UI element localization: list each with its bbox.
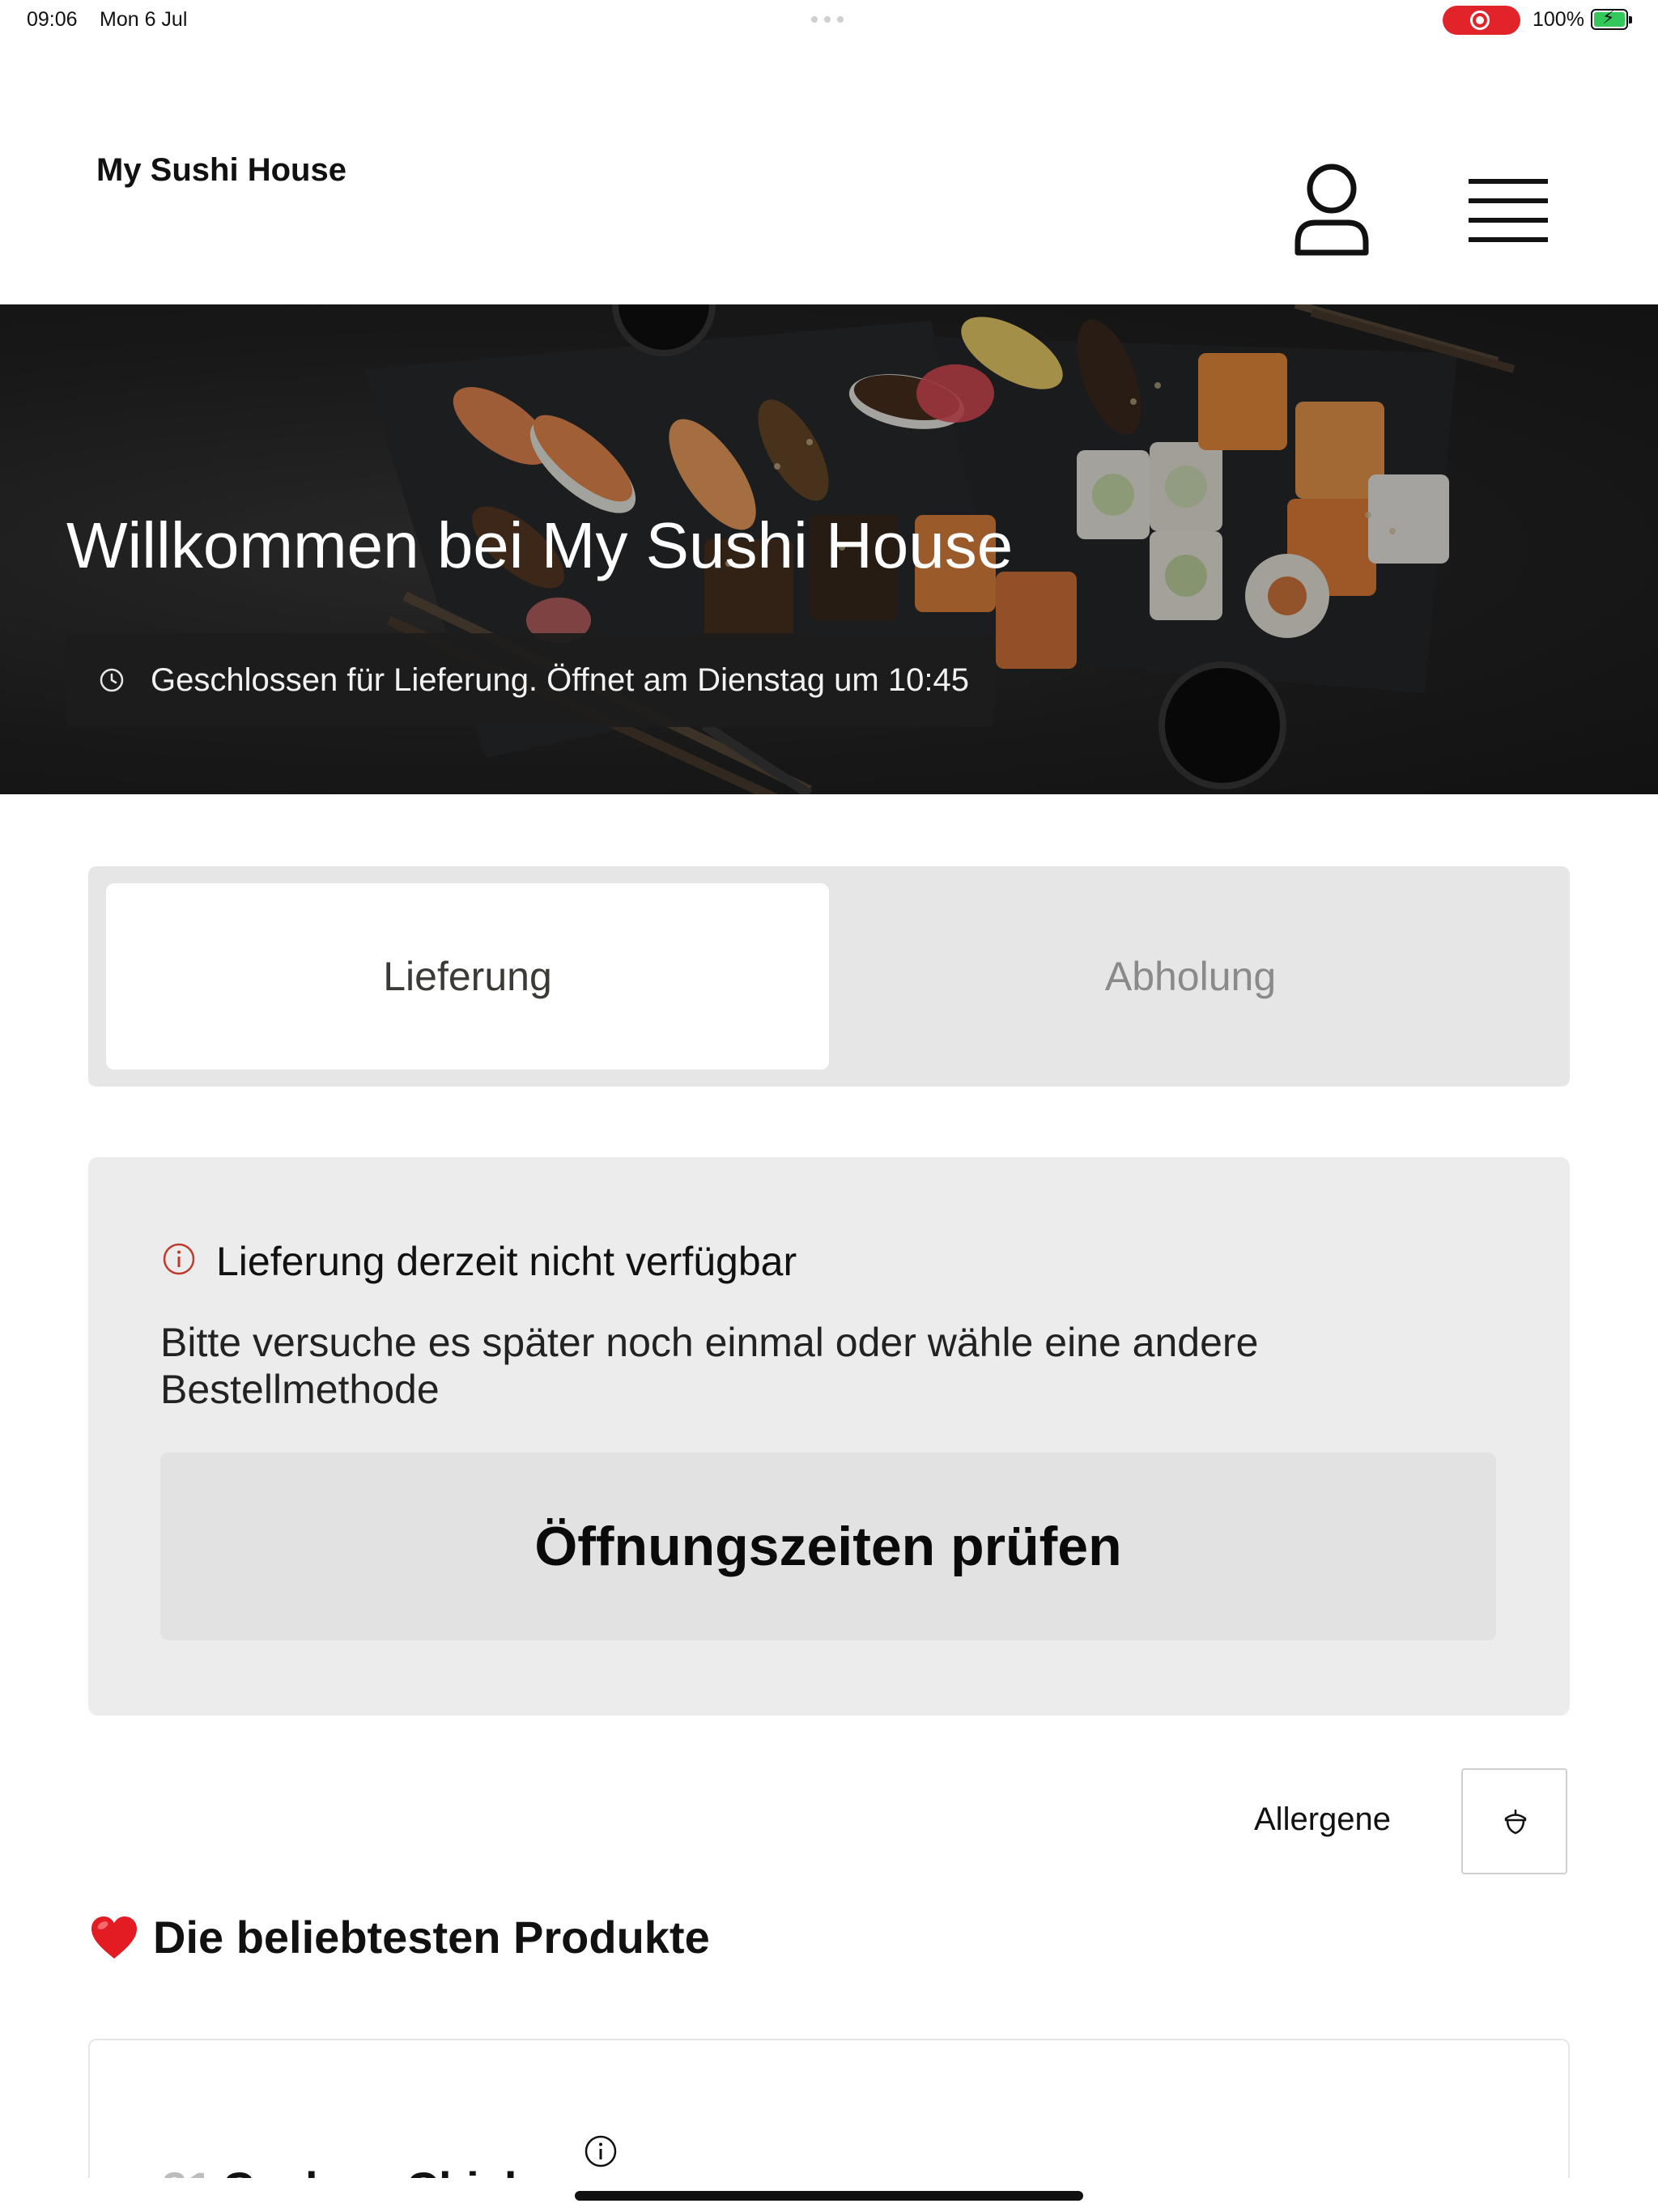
brand-name[interactable]: My Sushi House	[96, 152, 346, 189]
product-info-icon[interactable]	[584, 2134, 618, 2168]
allergens-label: Allergene	[1254, 1802, 1392, 1837]
status-time: 09:06	[27, 8, 78, 31]
home-indicator[interactable]	[575, 2191, 1083, 2201]
acorn-icon	[1504, 1809, 1527, 1835]
menu-button[interactable]	[1464, 174, 1553, 247]
popular-products-heading: Die beliebtesten Produkte	[90, 1911, 710, 1963]
notice-title: Lieferung derzeit nicht verfügbar	[216, 1239, 797, 1284]
delivery-status-text: Geschlossen für Lieferung. Öffnet am Die…	[151, 662, 969, 698]
tab-pickup[interactable]: Abholung	[829, 883, 1552, 1070]
status-date: Mon 6 Jul	[100, 8, 188, 31]
info-icon	[163, 1243, 195, 1275]
order-method-toggle: Lieferung Abholung	[88, 866, 1570, 1087]
popular-products-title: Die beliebtesten Produkte	[153, 1912, 710, 1963]
delivery-status-banner: Geschlossen für Lieferung. Öffnet am Die…	[66, 633, 994, 727]
heart-icon	[91, 1916, 137, 1959]
screen-recording-indicator[interactable]	[1443, 6, 1520, 35]
battery-percentage: 100%	[1533, 8, 1584, 31]
record-icon	[1470, 11, 1490, 30]
delivery-unavailable-notice: Lieferung derzeit nicht verfügbar Bitte …	[88, 1157, 1570, 1716]
battery-icon	[1591, 7, 1632, 30]
status-bar: 09:06 Mon 6 Jul 100%	[0, 0, 1658, 40]
tab-delivery[interactable]: Lieferung	[106, 883, 829, 1070]
account-button[interactable]	[1291, 162, 1372, 259]
site-header: My Sushi House	[0, 40, 1658, 304]
clock-icon	[100, 668, 124, 692]
user-icon	[1295, 164, 1369, 256]
hero-banner: Willkommen bei My Sushi House Geschlosse…	[0, 304, 1658, 794]
allergens-filter-button[interactable]	[1461, 1768, 1567, 1874]
multitasking-dots-icon[interactable]	[811, 16, 847, 23]
check-opening-hours-button[interactable]: Öffnungszeiten prüfen	[160, 1453, 1496, 1640]
hero-title: Willkommen bei My Sushi House	[66, 509, 1014, 581]
notice-text: Bitte versuche es später noch einmal ode…	[160, 1320, 1259, 1412]
hamburger-menu-icon	[1469, 179, 1548, 242]
